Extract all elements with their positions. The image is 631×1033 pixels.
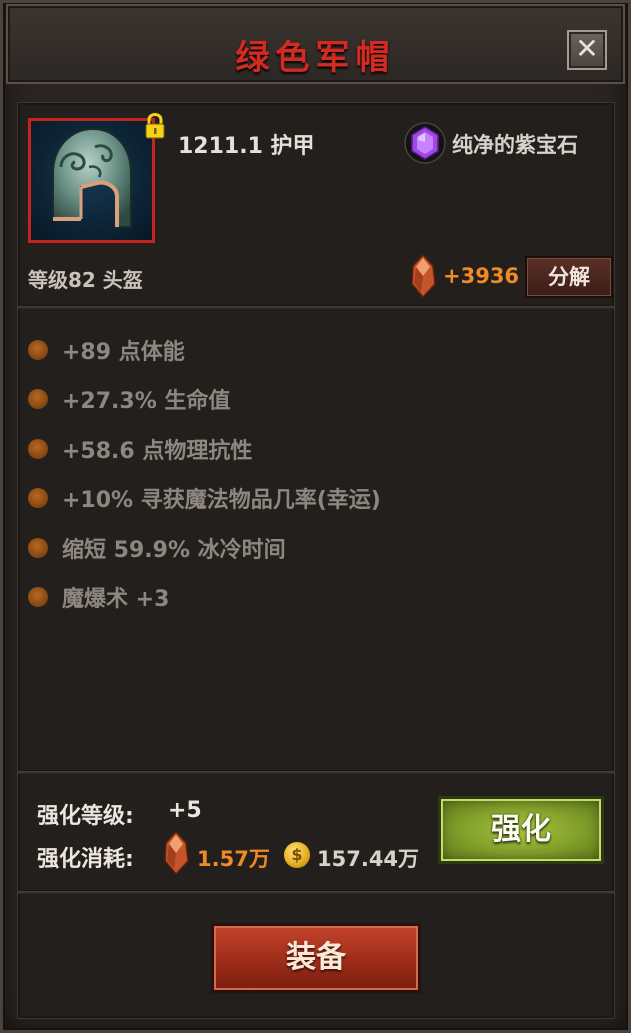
shard-icon bbox=[164, 830, 189, 876]
armor-value: 1211.1 护甲 bbox=[178, 134, 315, 159]
stat-text: 魔爆术 +3 bbox=[62, 587, 170, 613]
salvage-value: +3936 bbox=[443, 264, 520, 288]
enhance-level-label: 强化等级: bbox=[37, 804, 134, 829]
bullet-icon bbox=[28, 488, 48, 509]
bullet-icon bbox=[28, 339, 48, 360]
stat-item: +27.3% 生命值 bbox=[28, 375, 608, 425]
bullet-icon bbox=[28, 438, 48, 459]
stat-item: +89 点体能 bbox=[28, 325, 608, 375]
stat-text: +27.3% 生命值 bbox=[62, 389, 231, 415]
bullet-icon bbox=[28, 587, 48, 608]
salvage-button[interactable]: 分解 bbox=[525, 256, 613, 298]
purple-gem-icon bbox=[404, 122, 446, 164]
stat-item: +10% 寻获魔法物品几率(幸运) bbox=[28, 474, 608, 524]
stat-item: 缩短 59.9% 冰冷时间 bbox=[28, 523, 608, 573]
enhance-shard-cost: 1.57万 bbox=[197, 847, 270, 871]
enhance-gold-cost: 157.44万 bbox=[317, 847, 420, 871]
bullet-icon bbox=[28, 389, 48, 410]
stat-text: +89 点体能 bbox=[62, 339, 185, 365]
stat-list: +89 点体能 +27.3% 生命值 +58.6 点物理抗性 +10% 寻获魔法… bbox=[28, 325, 608, 622]
equip-button[interactable]: 装备 bbox=[211, 923, 421, 993]
stat-text: +10% 寻获魔法物品几率(幸运) bbox=[62, 488, 381, 514]
enhance-button[interactable]: 强化 bbox=[438, 796, 604, 864]
enhance-cost-label: 强化消耗: bbox=[37, 847, 134, 872]
item-level-type: 等级82 头盔 bbox=[28, 268, 143, 292]
divider bbox=[18, 890, 614, 894]
divider bbox=[18, 305, 614, 309]
socket-gem-name: 纯净的紫宝石 bbox=[452, 133, 578, 157]
stat-item: 魔爆术 +3 bbox=[28, 573, 608, 623]
shard-icon bbox=[411, 254, 436, 298]
item-title: 绿色军帽 bbox=[235, 38, 396, 78]
divider bbox=[18, 770, 614, 774]
gold-coin-icon: $ bbox=[284, 842, 310, 868]
stat-item: +58.6 点物理抗性 bbox=[28, 424, 608, 474]
item-image-frame[interactable] bbox=[28, 118, 155, 243]
window-header: 绿色军帽 bbox=[6, 4, 625, 84]
stat-text: +58.6 点物理抗性 bbox=[62, 438, 253, 464]
close-button[interactable]: ✕ bbox=[567, 30, 607, 70]
bullet-icon bbox=[28, 537, 48, 558]
close-icon: ✕ bbox=[575, 32, 599, 65]
stat-text: 缩短 59.9% 冰冷时间 bbox=[62, 537, 286, 563]
helmet-icon bbox=[52, 127, 132, 228]
enhance-level-value: +5 bbox=[168, 798, 202, 823]
lock-icon bbox=[145, 113, 165, 139]
